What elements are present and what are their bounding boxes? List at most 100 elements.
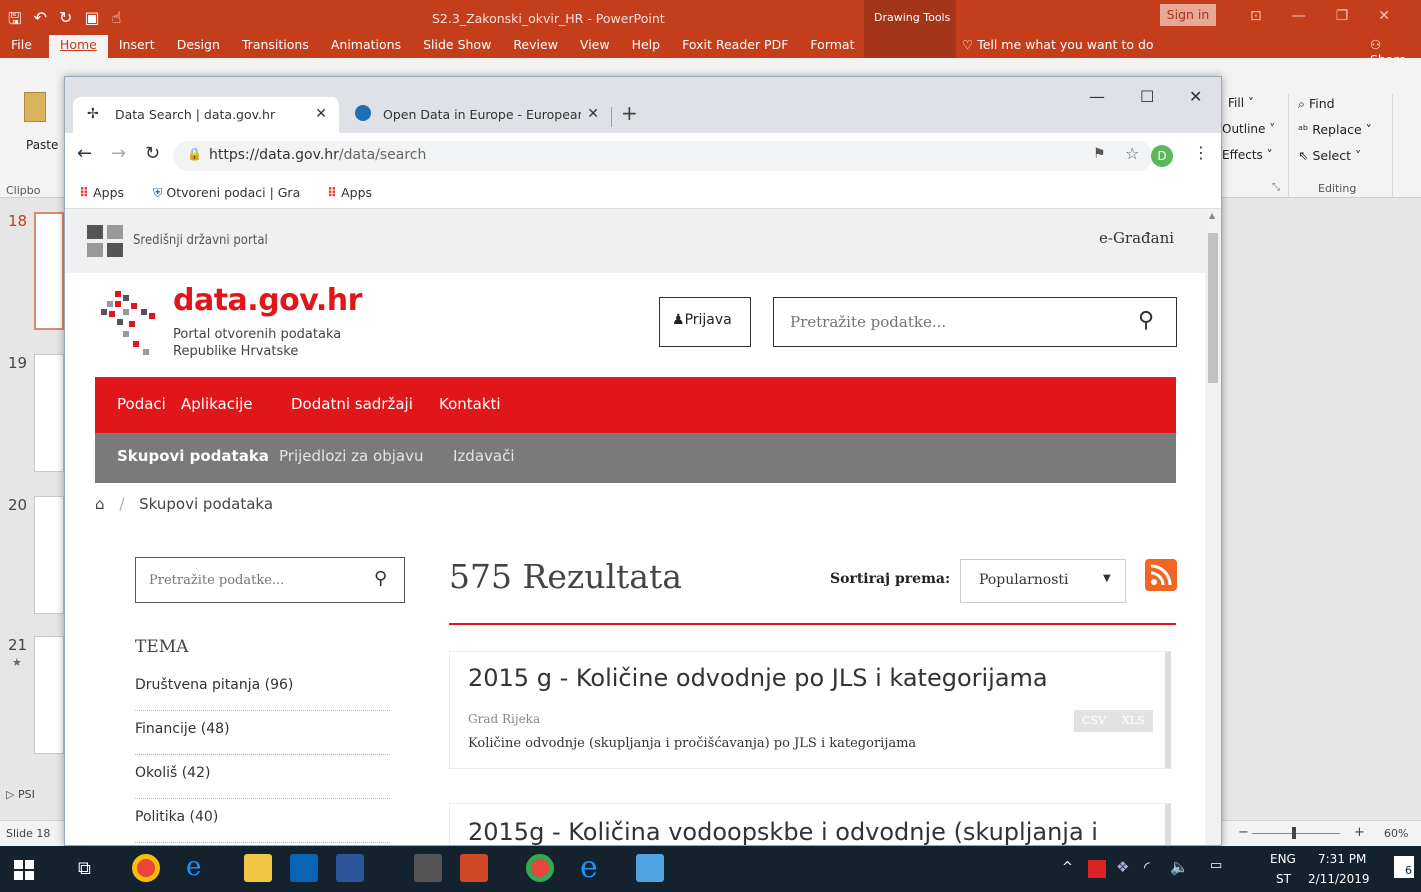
tab-data-search[interactable]: ✢ Data Search | data.gov.hr ✕ [73, 97, 339, 133]
word-icon[interactable] [336, 854, 364, 882]
nav-podaci[interactable]: Podaci [117, 395, 166, 413]
shape-effects-button[interactable]: Effects ˅ [1222, 148, 1273, 162]
rss-feed-button[interactable] [1145, 559, 1177, 591]
shape-outline-button[interactable]: Outline ˅ [1222, 122, 1275, 136]
photos-icon[interactable] [636, 854, 664, 882]
tab-foxit[interactable]: Foxit Reader PDF [671, 35, 799, 58]
result-card[interactable]: 2015 g - Količine odvodnje po JLS i kate… [449, 651, 1171, 769]
present-icon[interactable]: ▣ [84, 8, 99, 35]
clock-date[interactable]: 2/11/2019 [1308, 872, 1370, 886]
tema-item[interactable]: Financije (48) [135, 711, 390, 755]
paste-label[interactable]: Paste [26, 138, 58, 152]
tab-slide-show[interactable]: Slide Show [412, 35, 502, 58]
portal-name[interactable]: Središnji državni portal [133, 233, 268, 248]
tab-home[interactable]: Home [48, 35, 108, 58]
clock-time[interactable]: 7:31 PM [1318, 852, 1366, 866]
chevron-up-icon[interactable]: ^ [1062, 860, 1073, 875]
nav-aplikacije[interactable]: Aplikacije [181, 395, 253, 413]
tab-design[interactable]: Design [166, 35, 231, 58]
tell-me-search[interactable]: ♡ Tell me what you want to do [962, 37, 1154, 52]
slide-thumbnail-18[interactable] [34, 212, 64, 330]
back-icon[interactable]: ← [77, 143, 92, 164]
chrome-icon[interactable] [526, 854, 554, 882]
chrome-icon[interactable] [132, 854, 160, 882]
new-tab-icon[interactable]: + [621, 101, 638, 125]
address-bar[interactable]: 🔒 https://data.gov.hr/data/search ⚑ ☆ [173, 141, 1153, 171]
zoom-in-icon[interactable]: + [1354, 825, 1365, 840]
result-card[interactable]: 2015g - Količina vodoopskbe i odvodnje (… [449, 803, 1171, 845]
calculator-icon[interactable] [414, 854, 442, 882]
search-icon[interactable]: ⚲ [1138, 308, 1154, 333]
save-icon[interactable]: 🖫 [8, 8, 22, 35]
replace-button[interactable]: ᵃᵇ Replace ˅ [1298, 122, 1372, 137]
dropbox-icon[interactable]: ❖ [1116, 858, 1129, 876]
tema-item[interactable]: Okoliš (42) [135, 755, 390, 799]
dialog-launcher-icon[interactable]: ⤡ [1272, 182, 1280, 193]
minimize-icon[interactable]: — [1292, 8, 1306, 24]
battery-icon[interactable]: ▭ [1210, 858, 1222, 873]
site-logo-title[interactable]: data.gov.hr [173, 283, 362, 318]
profile-avatar[interactable]: D [1151, 145, 1173, 167]
search-icon[interactable]: ⚲ [374, 568, 387, 589]
slide-thumbnail-20[interactable] [34, 496, 64, 614]
portal-logo-icon[interactable] [87, 225, 123, 257]
windows-start-icon[interactable] [14, 860, 34, 880]
slide-thumbnail-19[interactable] [34, 354, 64, 472]
tab-view[interactable]: View [569, 35, 621, 58]
close-tab-icon[interactable]: ✕ [315, 106, 327, 122]
tab-file[interactable]: File [0, 35, 43, 58]
bookmark-apps-2[interactable]: ⠿ Apps [327, 185, 372, 200]
subnav-skupovi-podataka[interactable]: Skupovi podataka [117, 447, 269, 465]
sidebar-search-input[interactable] [136, 558, 366, 602]
notification-center-icon[interactable]: 6 [1394, 856, 1414, 878]
redo-icon[interactable]: ↻ [59, 8, 72, 35]
outlook-icon[interactable] [290, 854, 318, 882]
close-icon[interactable]: ✕ [1378, 8, 1390, 24]
zoom-level[interactable]: 60% [1384, 827, 1408, 840]
zoom-slider-thumb[interactable] [1292, 827, 1296, 839]
touch-mode-icon[interactable]: ☝ [112, 8, 122, 35]
result-publisher[interactable]: Grad Rijeka [468, 712, 540, 726]
header-search-input[interactable] [774, 298, 1124, 346]
subnav-prijedlozi[interactable]: Prijedlozi za objavu [279, 447, 423, 465]
tab-transitions[interactable]: Transitions [231, 35, 320, 58]
bookmark-apps[interactable]: ⠿ Apps [79, 185, 124, 200]
language-indicator[interactable]: ENG [1270, 852, 1296, 866]
menu-dots-icon[interactable]: ⋮ [1193, 143, 1209, 162]
internet-explorer-icon[interactable]: e [186, 852, 201, 882]
translate-icon[interactable]: ⚑ [1093, 146, 1106, 162]
find-button[interactable]: ⌕ Find [1298, 96, 1335, 112]
acrobat-tray-icon[interactable] [1088, 860, 1106, 878]
edge-icon[interactable]: e [580, 850, 598, 885]
language-indicator-sub[interactable]: ST [1276, 872, 1291, 886]
close-icon[interactable]: ✕ [1189, 87, 1202, 106]
tab-review[interactable]: Review [502, 35, 569, 58]
nav-kontakti[interactable]: Kontakti [439, 395, 501, 413]
reload-icon[interactable]: ↻ [145, 143, 160, 164]
sign-in-button[interactable]: Sign in [1160, 4, 1216, 26]
tab-help[interactable]: Help [621, 35, 672, 58]
bookmark-star-icon[interactable]: ☆ [1125, 144, 1139, 163]
close-tab-icon[interactable]: ✕ [581, 106, 599, 122]
section-psi[interactable]: ▷ PSI [6, 788, 35, 801]
maximize-icon[interactable]: ☐ [1140, 87, 1154, 106]
tema-item[interactable]: Društvena pitanja (96) [135, 667, 390, 711]
task-view-icon[interactable]: ⧉ [78, 858, 91, 879]
volume-icon[interactable]: 🔈 [1170, 858, 1189, 876]
shape-fill-button[interactable]: Fill ˅ [1228, 96, 1254, 110]
home-icon[interactable]: ⌂ [95, 495, 105, 513]
file-explorer-icon[interactable] [244, 854, 272, 882]
tab-animations[interactable]: Animations [320, 35, 412, 58]
result-title[interactable]: 2015g - Količina vodoopskbe i odvodnje (… [468, 818, 1098, 845]
restore-icon[interactable]: ❐ [1336, 8, 1349, 24]
ribbon-display-icon[interactable]: ⊡ [1250, 8, 1262, 24]
tab-format[interactable]: Format [799, 35, 865, 58]
zoom-slider[interactable] [1252, 833, 1340, 834]
tab-insert[interactable]: Insert [108, 35, 166, 58]
wifi-icon[interactable]: ◜ [1144, 858, 1150, 876]
minimize-icon[interactable]: — [1089, 87, 1105, 106]
forward-icon[interactable]: → [111, 143, 126, 164]
zoom-out-icon[interactable]: − [1238, 825, 1249, 840]
croatia-map-logo-icon[interactable] [101, 287, 161, 357]
slide-thumbnail-21[interactable] [34, 636, 64, 754]
